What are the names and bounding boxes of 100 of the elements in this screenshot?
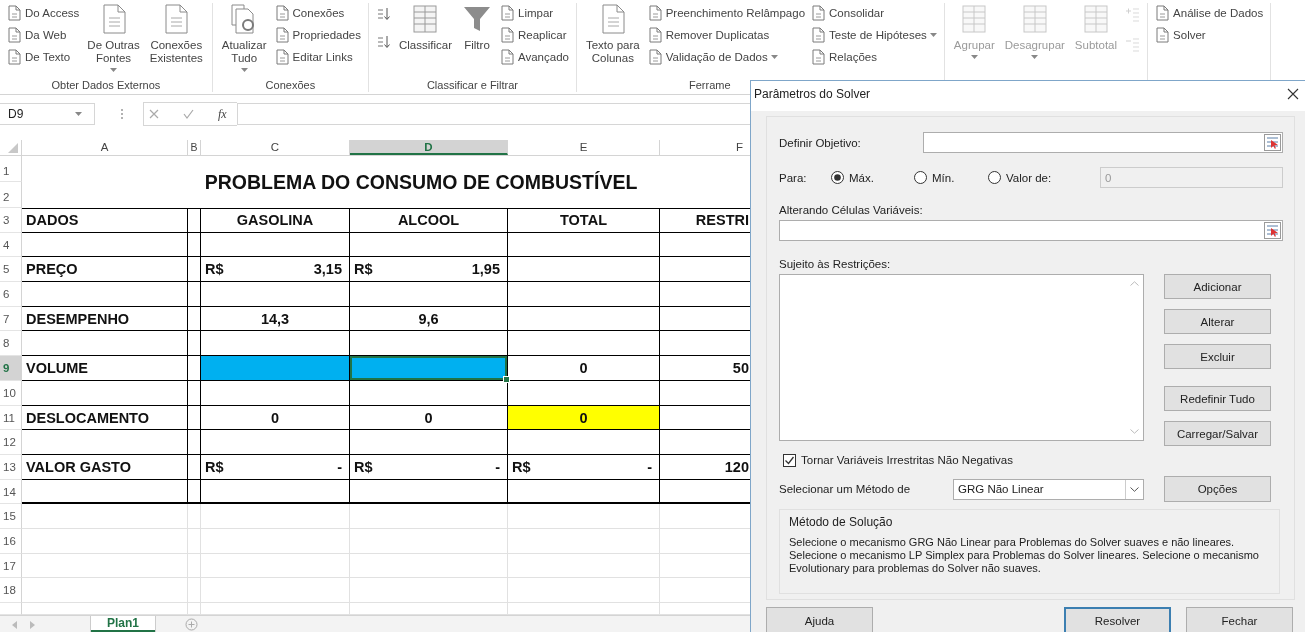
ribbon-button[interactable]: Análise de Dados	[1155, 4, 1264, 22]
scroll-down-icon[interactable]	[1130, 429, 1139, 434]
scroll-right-icon[interactable]	[30, 621, 36, 629]
table-cell: PREÇO	[22, 257, 188, 283]
ribbon-button[interactable]: De Outras Fontes	[85, 3, 142, 79]
sort-icon[interactable]	[375, 35, 391, 49]
ribbon-button[interactable]: Solver	[1155, 26, 1264, 44]
checkbox[interactable]	[783, 453, 796, 467]
row-header[interactable]: 10	[0, 380, 22, 406]
scroll-up-icon[interactable]	[1130, 281, 1139, 286]
ribbon-button[interactable]: Avançado	[500, 48, 569, 66]
currency-symbol: R$	[205, 457, 224, 477]
scroll-left-icon[interactable]	[12, 621, 18, 629]
ribbon-button[interactable]: Relações	[811, 48, 937, 66]
range-select-icon[interactable]	[1264, 222, 1281, 239]
row-header[interactable]: 5	[0, 257, 22, 283]
caret-icon	[970, 55, 978, 59]
ribbon-button[interactable]: Filtro	[460, 3, 494, 79]
currency-symbol: R$	[512, 457, 531, 477]
ribbon-button[interactable]: Atualizar Tudo	[219, 3, 269, 79]
sheet-tab[interactable]: Plan1	[91, 616, 155, 632]
radio-label[interactable]: Mín.	[932, 171, 955, 184]
row-header[interactable]: 18	[0, 578, 22, 603]
cancel-icon[interactable]	[149, 109, 159, 119]
add-sheet-icon[interactable]	[185, 618, 198, 631]
ribbon-button[interactable]: Do Access	[7, 4, 80, 22]
ribbon-button[interactable]: Conexões	[274, 4, 361, 22]
row-header[interactable]: 17	[0, 553, 22, 579]
name-box[interactable]: D9	[0, 103, 95, 125]
ribbon-button[interactable]: Conexões Existentes	[147, 3, 205, 79]
row-header[interactable]: 1	[0, 156, 22, 182]
row-header[interactable]: 6	[0, 282, 22, 307]
range-select-icon[interactable]	[1264, 134, 1281, 151]
dialog-button[interactable]: Excluir	[1164, 344, 1271, 369]
radio-button[interactable]	[988, 171, 1001, 184]
dialog-button[interactable]: Carregar/Salvar	[1164, 421, 1271, 446]
dialog-button[interactable]: Fechar	[1186, 607, 1293, 632]
ribbon-button[interactable]: Reaplicar	[500, 26, 569, 44]
radio-button[interactable]	[831, 171, 844, 184]
currency-symbol: R$	[354, 260, 373, 280]
table-cell	[188, 479, 201, 505]
caret-icon	[1130, 486, 1139, 492]
row-header[interactable]: 15	[0, 504, 22, 529]
row-header[interactable]: 7	[0, 306, 22, 332]
table-cell: DESEMPENHO	[22, 306, 188, 332]
dialog-button[interactable]: Ajuda	[766, 607, 873, 632]
input-field[interactable]	[923, 132, 1283, 153]
close-icon[interactable]	[1287, 88, 1299, 100]
select-all-button[interactable]	[8, 143, 18, 153]
column-header[interactable]: E	[508, 140, 660, 155]
caret-icon	[770, 55, 778, 59]
ribbon-button[interactable]: Consolidar	[811, 4, 937, 22]
ribbon-button[interactable]: Teste de Hipóteses	[811, 26, 937, 44]
row-header[interactable]: 4	[0, 232, 22, 258]
cell-value: 1,95	[471, 260, 500, 280]
table-cell: 14,3	[201, 306, 350, 332]
row-header[interactable]: 11	[0, 405, 22, 431]
group-label: Obter Dados Externos	[50, 79, 162, 92]
radio-button[interactable]	[914, 171, 927, 184]
field-label: Para:	[779, 171, 808, 184]
more-icon	[120, 108, 124, 120]
caret-icon	[75, 112, 82, 116]
row-header[interactable]: 2	[0, 182, 22, 208]
group-title: Método de Solução	[789, 515, 894, 529]
document-icon	[500, 5, 515, 21]
ribbon-button[interactable]: Texto para Colunas	[583, 3, 642, 79]
radio-label[interactable]: Máx.	[849, 171, 874, 184]
check-icon[interactable]	[183, 109, 194, 119]
ribbon-button[interactable]: De Texto	[7, 48, 80, 66]
input-field[interactable]	[779, 220, 1283, 241]
ribbon-button[interactable]: Validação de Dados	[647, 48, 806, 66]
ribbon-button[interactable]: Da Web	[7, 26, 80, 44]
row-header[interactable]: 12	[0, 430, 22, 455]
field-label: Sujeito às Restrições:	[779, 258, 892, 270]
document-icon	[1155, 27, 1171, 43]
column-header[interactable]: B	[188, 140, 201, 155]
row-header[interactable]: 13	[0, 454, 22, 480]
column-header[interactable]: A	[22, 140, 188, 155]
dialog-button[interactable]: Opções	[1164, 476, 1271, 502]
ribbon-button[interactable]: Preenchimento Relâmpago	[647, 4, 806, 22]
dialog-button[interactable]: Adicionar	[1164, 274, 1271, 299]
dialog-button[interactable]: Alterar	[1164, 309, 1271, 334]
ribbon-button[interactable]: Limpar	[500, 4, 569, 22]
row-header[interactable]: 9	[0, 356, 22, 381]
ribbon-button[interactable]: Editar Links	[274, 48, 361, 66]
insert-function-button[interactable]: fx	[218, 106, 227, 122]
row-header[interactable]: 14	[0, 479, 22, 505]
row-header[interactable]: 16	[0, 528, 22, 554]
ribbon-button[interactable]: Remover Duplicatas	[647, 26, 806, 44]
row-header[interactable]: 3	[0, 208, 22, 233]
dialog-button[interactable]: Redefinir Tudo	[1164, 386, 1271, 411]
dropdown[interactable]: GRG Não Linear	[953, 478, 1144, 500]
document-icon	[500, 27, 515, 43]
sort-icon[interactable]	[375, 7, 391, 21]
fill-handle[interactable]	[503, 375, 510, 383]
radio-label[interactable]: Valor de:	[1006, 171, 1052, 184]
ribbon-button[interactable]: Propriedades	[274, 26, 361, 44]
ribbon-button[interactable]: Classificar	[396, 3, 454, 79]
dialog-button[interactable]: Resolver	[1064, 607, 1171, 632]
column-header[interactable]: D	[350, 140, 508, 155]
